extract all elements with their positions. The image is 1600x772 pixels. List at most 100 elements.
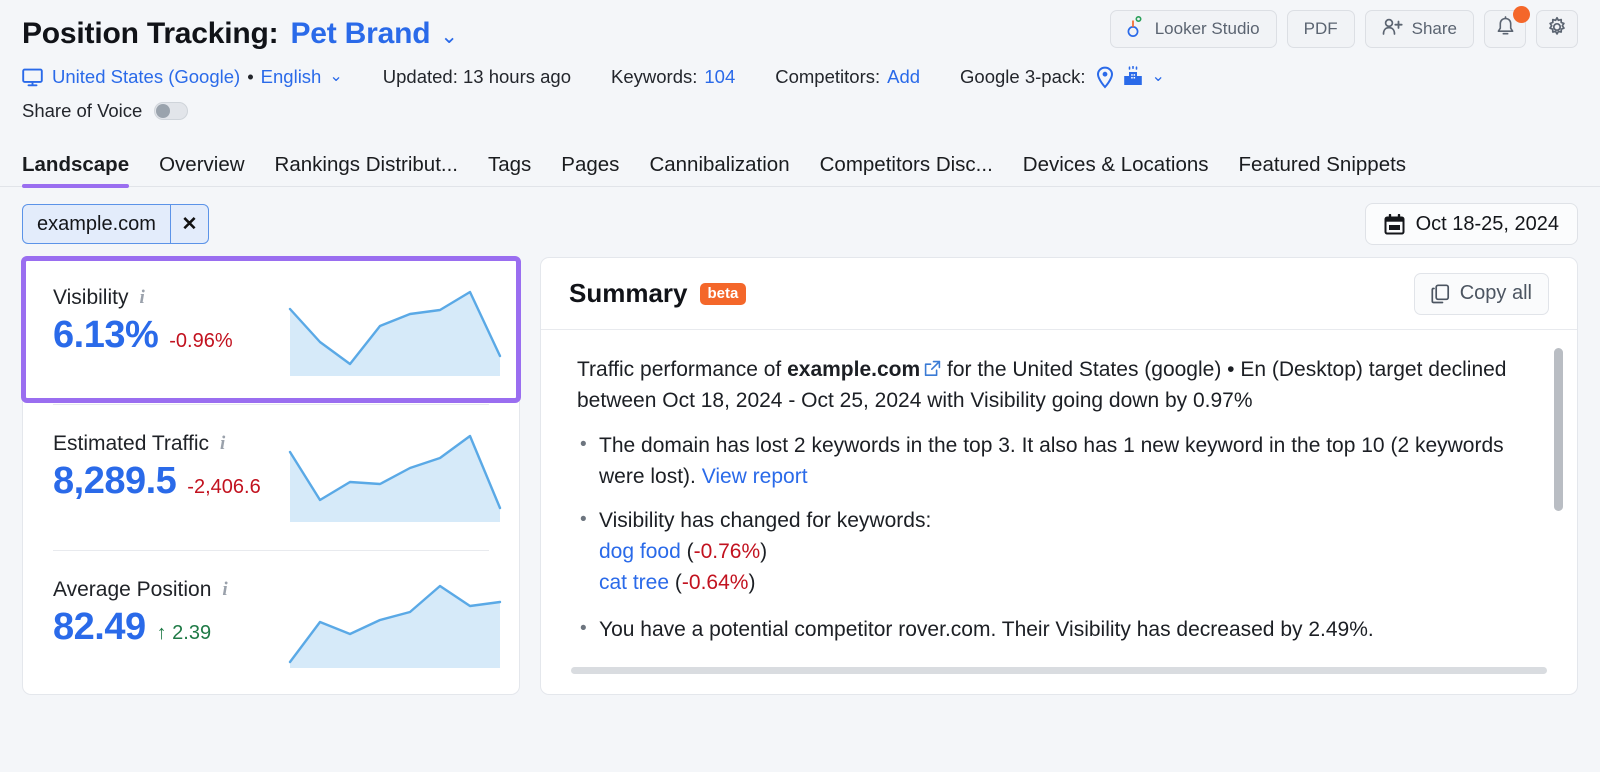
looker-studio-label: Looker Studio [1155,19,1260,39]
tab-pages[interactable]: Pages [561,153,619,186]
share-label: Share [1412,19,1457,39]
info-icon[interactable]: i [222,579,227,601]
domain-chip-label: example.com [23,205,170,243]
copy-all-label: Copy all [1460,282,1532,305]
close-icon[interactable]: ✕ [170,205,208,243]
share-of-voice-toggle[interactable] [154,102,188,120]
paren-close: ) [748,571,755,594]
looker-studio-icon [1127,16,1146,42]
summary-bullet-1: The domain has lost 2 keywords in the to… [577,430,1531,492]
chevron-down-icon[interactable]: ⌄ [440,26,458,47]
divider [53,550,489,551]
project-name[interactable]: Pet Brand [290,17,430,51]
date-range-label: Oct 18-25, 2024 [1416,213,1559,236]
keyword-change-cat-tree: -0.64% [682,571,749,594]
share-of-voice-label: Share of Voice [22,100,142,122]
tab-bar: Landscape Overview Rankings Distribut...… [0,145,1600,187]
metric-delta-estimated-traffic: -2,406.6 [187,476,260,499]
looker-studio-button[interactable]: Looker Studio [1110,10,1277,48]
paren-open: ( [675,571,682,594]
share-of-voice-row: Share of Voice [22,97,1578,125]
notification-badge [1513,6,1530,23]
keyword-link-dog-food[interactable]: dog food [599,540,681,563]
keyword-change-dog-food: -0.76% [694,540,761,563]
keyword-link-cat-tree[interactable]: cat tree [599,571,669,594]
sparkline-visibility [288,284,503,384]
tab-tags[interactable]: Tags [488,153,531,186]
summary-bullet-list: The domain has lost 2 keywords in the to… [577,430,1531,645]
bell-icon [1495,16,1516,43]
summary-intro-domain: example.com [787,358,920,381]
updated-text: Updated: 13 hours ago [383,66,571,88]
competitors-add-link[interactable]: Add [887,66,920,88]
tab-devices-locations[interactable]: Devices & Locations [1023,153,1209,186]
summary-bullet-3-text: You have a potential competitor rover.co… [599,618,1374,641]
language-link[interactable]: English [261,66,322,88]
competitors-label: Competitors: [775,66,880,88]
calendar-icon [1384,214,1405,235]
metric-visibility[interactable]: Visibility i 6.13% -0.96% [23,258,519,404]
meta-separator: • [247,66,253,88]
external-link-icon[interactable] [924,355,941,372]
metric-label-estimated-traffic: Estimated Traffic [53,432,209,456]
date-range-picker[interactable]: Oct 18-25, 2024 [1365,203,1578,245]
keyword-change-row: cat tree (-0.64%) [599,567,1531,598]
summary-intro: Traffic performance of example.com for t… [577,354,1531,416]
filter-row: example.com ✕ Oct 18-25, 2024 [0,187,1600,247]
metrics-card: Visibility i 6.13% -0.96% Estimate [22,257,520,695]
chevron-down-icon-language[interactable]: ⌄ [329,66,342,86]
beta-badge: beta [700,283,747,305]
summary-bullet-2: Visibility has changed for keywords: dog… [577,505,1531,598]
view-report-link[interactable]: View report [702,465,808,488]
paren-close: ) [760,540,767,563]
metric-value-visibility: 6.13% [53,314,158,357]
sparkline-estimated-traffic [288,430,503,530]
summary-header: Summary beta Copy all [541,258,1577,330]
keywords-value[interactable]: 104 [704,66,735,88]
tab-cannibalization[interactable]: Cannibalization [649,153,789,186]
settings-button[interactable] [1536,10,1578,48]
pdf-button[interactable]: PDF [1287,10,1355,48]
domain-chip[interactable]: example.com ✕ [22,204,209,244]
summary-card: Summary beta Copy all Traffic performanc… [540,257,1578,695]
metric-estimated-traffic[interactable]: Estimated Traffic i 8,289.5 -2,406.6 [23,404,519,550]
tab-competitors-discovery[interactable]: Competitors Disc... [820,153,993,186]
metrics-column: Visibility i 6.13% -0.96% Estimate [22,257,520,695]
info-icon[interactable]: i [139,287,144,309]
map-pin-icon[interactable] [1095,66,1115,89]
keyword-change-row: dog food (-0.76%) [599,536,1531,567]
copy-all-button[interactable]: Copy all [1414,273,1549,315]
desktop-icon [22,68,43,87]
summary-title-wrap: Summary beta [569,278,746,309]
divider [53,404,489,405]
tab-landscape[interactable]: Landscape [22,153,129,186]
sparkline-average-position [288,576,503,676]
metric-delta-visibility: -0.96% [169,330,232,353]
tab-rankings-distribution[interactable]: Rankings Distribut... [275,153,458,186]
keywords-label: Keywords: [611,66,697,88]
scrollbar-thumb[interactable] [571,667,1547,674]
metric-value-average-position: 82.49 [53,606,146,649]
tab-overview[interactable]: Overview [159,153,244,186]
info-icon[interactable]: i [220,433,225,455]
summary-vertical-scrollbar[interactable] [1554,348,1563,648]
summary-intro-prefix: Traffic performance of [577,358,787,381]
local-business-icon[interactable] [1122,66,1144,88]
location-link[interactable]: United States (Google) [52,66,240,88]
page-header: Position Tracking: Pet Brand ⌄ Looker St… [0,0,1600,125]
paren-open: ( [687,540,694,563]
scrollbar-thumb[interactable] [1554,348,1563,511]
main-content: Visibility i 6.13% -0.96% Estimate [0,247,1600,695]
metric-delta-average-position: ↑ 2.39 [157,622,211,645]
metric-average-position[interactable]: Average Position i 82.49 ↑ 2.39 [23,550,519,695]
meta-row: United States (Google) • English ⌄ Updat… [22,62,1578,92]
metric-label-visibility: Visibility [53,286,128,310]
summary-horizontal-scrollbar[interactable] [571,667,1547,674]
chevron-down-icon-3pack[interactable]: ⌄ [1152,66,1165,86]
summary-body: Traffic performance of example.com for t… [541,330,1577,694]
gear-icon [1546,16,1568,43]
notifications-button[interactable] [1484,10,1526,48]
share-button[interactable]: Share [1365,10,1474,48]
tab-featured-snippets[interactable]: Featured Snippets [1239,153,1407,186]
page-title: Position Tracking: [22,17,278,51]
